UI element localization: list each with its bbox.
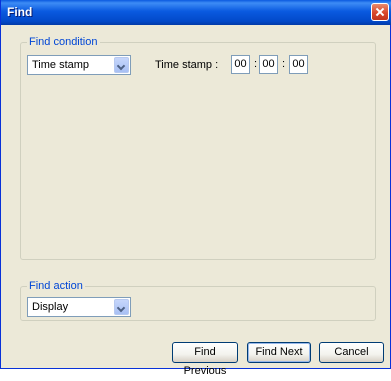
cancel-button[interactable]: Cancel	[319, 342, 384, 363]
find-next-button[interactable]: Find Next	[247, 342, 311, 363]
close-icon[interactable]	[371, 3, 389, 21]
action-value: Display	[32, 301, 69, 313]
time-stamp-label: Time stamp :	[155, 59, 219, 71]
title-bar[interactable]: Find	[1, 0, 391, 25]
find-dialog: Find Find condition Time stamp Time stam…	[0, 0, 391, 377]
chevron-down-icon[interactable]	[114, 299, 129, 315]
condition-type-value: Time stamp	[32, 59, 90, 71]
find-action-legend: Find action	[27, 280, 85, 292]
hours-field[interactable]: 00	[231, 55, 250, 74]
find-condition-group: Find condition Time stamp Time stamp : 0…	[20, 36, 376, 260]
condition-type-select[interactable]: Time stamp	[27, 55, 131, 75]
action-select[interactable]: Display	[27, 297, 131, 317]
find-previous-button[interactable]: Find Previous	[172, 342, 238, 377]
chevron-down-icon[interactable]	[114, 57, 129, 73]
find-action-group: Find action Display	[20, 280, 376, 321]
time-separator: :	[254, 58, 258, 70]
time-separator: :	[282, 58, 286, 70]
minutes-field[interactable]: 00	[259, 55, 278, 74]
find-condition-legend: Find condition	[27, 36, 100, 48]
seconds-field[interactable]: 00	[289, 55, 308, 74]
window-title: Find	[7, 5, 33, 19]
